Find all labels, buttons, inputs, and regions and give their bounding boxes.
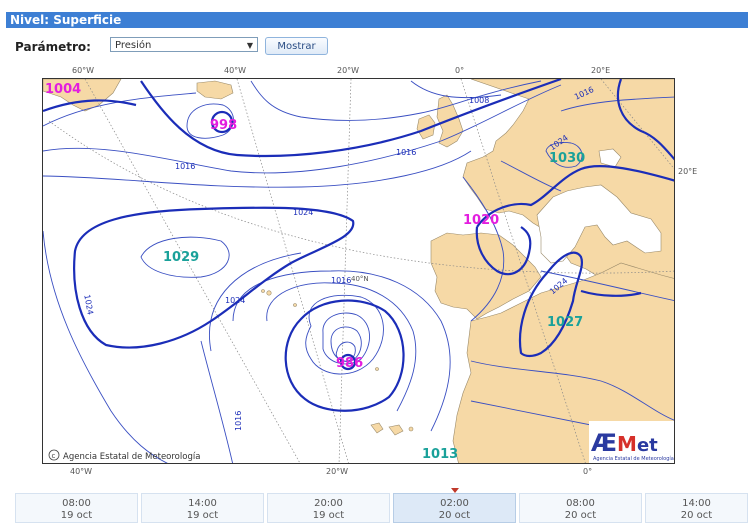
madeira-island: [375, 367, 379, 371]
isobar-label: 1024: [82, 294, 94, 316]
isobar-label: 1016: [331, 276, 351, 285]
timeline-date: 19 oct: [60, 510, 93, 521]
timeline-step[interactable]: 14:00 20 oct: [645, 493, 748, 523]
low-center-label: 998: [210, 118, 237, 133]
parameter-select[interactable]: Presión ▼: [110, 37, 258, 52]
low-center-label: 986: [336, 356, 363, 371]
pressure-map-canvas: 1008 1016 1016 1024 1024 1024 1016 1024 …: [43, 79, 674, 463]
timeline-date: 20 oct: [680, 510, 713, 521]
timeline-time: 20:00: [314, 498, 343, 509]
lon-label-bottom-20w: 20°W: [326, 467, 349, 476]
dropdown-arrow-icon: ▼: [246, 41, 253, 50]
timeline-date: 19 oct: [312, 510, 345, 521]
high-center-label: 1013: [422, 447, 458, 462]
timeline-date: 20 oct: [564, 510, 597, 521]
copyright-symbol: c: [52, 452, 56, 460]
lon-label-top-20e: 20°E: [591, 66, 611, 75]
azores-island-2: [261, 289, 265, 293]
isobar-label: 1024: [225, 296, 245, 305]
low-center-label: 1004: [45, 82, 81, 97]
show-button[interactable]: Mostrar: [265, 37, 328, 55]
low-center-label: 1020: [463, 213, 499, 228]
lon-label-bottom-0: 0°: [583, 467, 593, 476]
high-center-label: 1030: [549, 151, 585, 166]
lat-label-40n: 40°N: [351, 275, 369, 283]
lon-label-top-40w: 40°W: [224, 66, 247, 75]
parameter-label: Parámetro:: [15, 40, 91, 54]
lon-label-top-20w: 20°W: [337, 66, 360, 75]
isobar-label: 1024: [293, 208, 313, 217]
timeline-step[interactable]: 08:00 19 oct: [15, 493, 138, 523]
isobar-label: 1016: [234, 411, 243, 431]
timeline-date: 19 oct: [186, 510, 219, 521]
timeline-time: 14:00: [682, 498, 711, 509]
lon-label-right-20e: 20°E: [678, 167, 698, 176]
parameter-selected-value: Presión: [115, 40, 152, 51]
lon-label-top-0: 0°: [455, 66, 465, 75]
iceland-land: [196, 80, 234, 100]
isobar-label: 1016: [175, 162, 195, 171]
isobar-label: 1008: [469, 96, 489, 105]
pressure-map[interactable]: 1008 1016 1016 1024 1024 1024 1016 1024 …: [42, 78, 675, 464]
timeline-time: 08:00: [566, 498, 595, 509]
aemet-logo: ÆMet Agencia Estatal de Meteorología: [589, 421, 674, 463]
canary-islands-2: [388, 424, 404, 436]
canary-islands: [370, 422, 384, 434]
high-center-label: 1029: [163, 250, 199, 265]
timeline-step[interactable]: 08:00 20 oct: [519, 493, 642, 523]
timeline-time: 02:00: [440, 498, 469, 509]
timeline-step[interactable]: 20:00 19 oct: [267, 493, 390, 523]
lon-label-bottom-40w: 40°W: [70, 467, 93, 476]
azores-island-3: [293, 303, 297, 307]
timeline-step[interactable]: 14:00 19 oct: [141, 493, 264, 523]
high-center-label: 1027: [547, 315, 583, 330]
canary-islands-3: [408, 426, 414, 432]
logo-caption: Agencia Estatal de Meteorología: [593, 455, 674, 462]
timeline-time: 14:00: [188, 498, 217, 509]
timeline-time: 08:00: [62, 498, 91, 509]
lon-label-top-60w: 60°W: [72, 66, 95, 75]
isobar-label: 1016: [396, 148, 416, 157]
timeline-date: 20 oct: [438, 510, 471, 521]
level-title: Nivel: Superficie: [10, 13, 122, 27]
level-header: Nivel: Superficie: [6, 12, 748, 28]
map-credit: c Agencia Estatal de Meteorología: [48, 449, 200, 462]
timeline-step-selected[interactable]: 02:00 20 oct: [393, 493, 516, 523]
azores-island: [266, 290, 272, 296]
credit-text: Agencia Estatal de Meteorología: [63, 452, 200, 462]
